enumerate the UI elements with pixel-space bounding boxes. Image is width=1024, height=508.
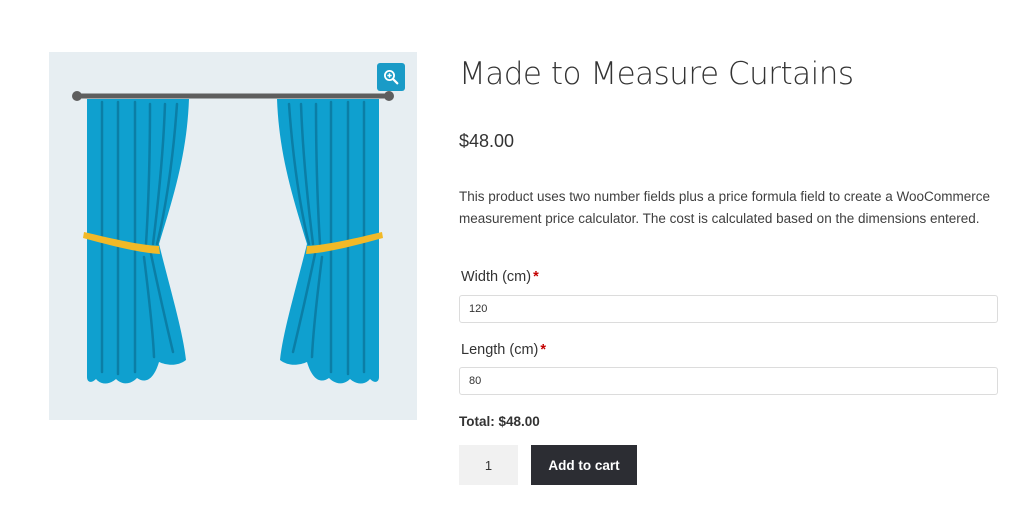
length-label-text: Length (cm) (461, 342, 539, 358)
add-to-cart-button[interactable]: Add to cart (531, 445, 637, 485)
width-label-text: Width (cm) (461, 269, 532, 285)
zoom-button[interactable] (377, 63, 405, 91)
width-field-label: Width (cm) * (461, 269, 539, 285)
zoom-in-icon (384, 70, 399, 85)
curtain-image (72, 91, 394, 384)
required-marker: * (533, 269, 539, 285)
length-input[interactable] (459, 367, 998, 395)
product-description: This product uses two number fields plus… (459, 189, 990, 226)
total-price: Total: $48.00 (459, 414, 540, 429)
quantity-input[interactable] (459, 445, 518, 485)
required-marker: * (540, 342, 547, 358)
product-gallery[interactable] (49, 52, 417, 420)
product-title: Made to Measure Curtains (459, 56, 854, 92)
product-summary: Made to Measure Curtains $48.00 This pro… (459, 52, 998, 485)
product-page: Made to Measure Curtains $48.00 This pro… (0, 0, 1024, 508)
product-price: $48.00 (459, 131, 515, 151)
width-input[interactable] (459, 295, 998, 323)
length-field-label: Length (cm) * (461, 342, 546, 358)
